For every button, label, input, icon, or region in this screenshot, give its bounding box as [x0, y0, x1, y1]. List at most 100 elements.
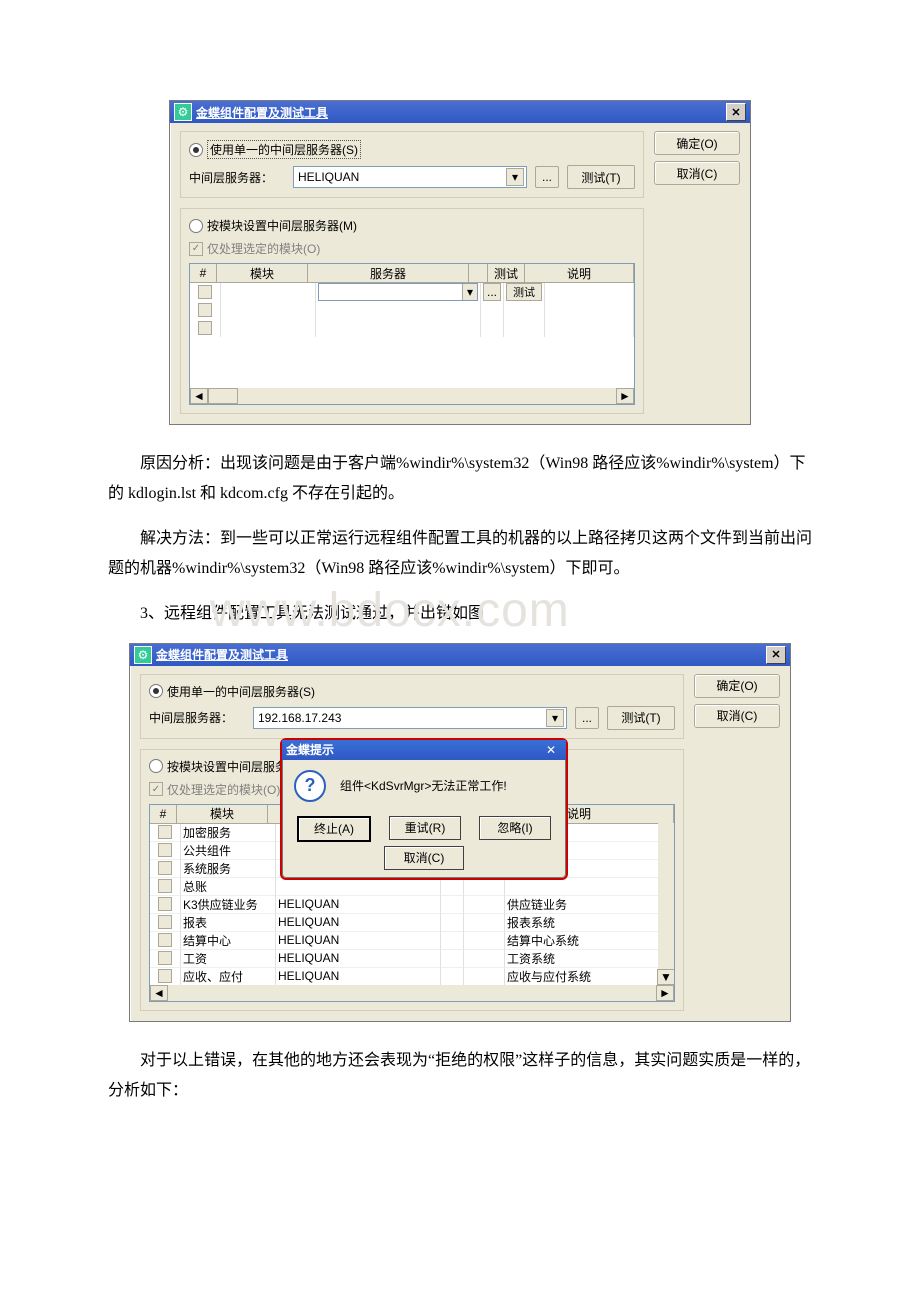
row-checkbox[interactable]	[158, 825, 172, 839]
test-button[interactable]: 测试(T)	[567, 165, 635, 189]
config-dialog-1: ⚙ 金蝶组件配置及测试工具 ✕ 使用单一的中间层服务器(S) 中间层服务器： H…	[169, 100, 751, 425]
only-selected-checkbox[interactable]	[149, 782, 163, 796]
close-icon[interactable]: ✕	[546, 743, 562, 757]
paragraph-item3: 3、远程组件配置工具无法测试通过，并出错如图	[108, 599, 812, 629]
radio-single-server[interactable]	[189, 143, 203, 157]
cell-server: HELIQUAN	[276, 914, 441, 932]
col-desc: 说明	[525, 264, 634, 282]
cell-server: HELIQUAN	[276, 950, 441, 968]
cell-server-combo[interactable]: ▾	[316, 283, 481, 301]
scroll-down-icon[interactable]: ▼	[657, 969, 675, 985]
paragraph-cause: 原因分析：出现该问题是由于客户端%windir%\system32（Win98 …	[108, 449, 812, 510]
col-num: #	[190, 264, 217, 282]
title-text: 金蝶组件配置及测试工具	[196, 104, 726, 121]
col-num: #	[150, 805, 177, 823]
radio-per-module-label: 按模块设置中间层服务器(M)	[207, 217, 357, 234]
test-button[interactable]: 测试(T)	[607, 706, 675, 730]
row-checkbox[interactable]	[198, 303, 212, 317]
col-server: 服务器	[308, 264, 469, 282]
table-row[interactable]: 总账	[150, 878, 674, 896]
server-value: HELIQUAN	[298, 170, 506, 184]
server-label: 中间层服务器：	[149, 709, 245, 726]
close-icon[interactable]: ✕	[726, 103, 746, 121]
cell-module	[221, 283, 316, 301]
titlebar[interactable]: ⚙ 金蝶组件配置及测试工具 ✕	[170, 101, 750, 123]
cell-test[interactable]: 测试	[504, 283, 545, 301]
scroll-right-icon[interactable]: ►	[616, 388, 634, 404]
cell-desc: 结算中心系统	[505, 932, 674, 950]
cell-module: 加密服务	[181, 824, 276, 842]
chevron-down-icon[interactable]: ▾	[462, 284, 477, 300]
row-checkbox[interactable]	[158, 897, 172, 911]
cell-desc	[545, 283, 634, 301]
scroll-left-icon[interactable]: ◄	[190, 388, 208, 404]
radio-per-module[interactable]	[149, 759, 163, 773]
cancel-button[interactable]: 取消(C)	[654, 161, 740, 185]
modal-cancel-button[interactable]: 取消(C)	[384, 846, 464, 870]
cancel-button[interactable]: 取消(C)	[694, 704, 780, 728]
modal-titlebar[interactable]: 金蝶提示 ✕	[282, 740, 566, 760]
row-checkbox[interactable]	[158, 969, 172, 983]
table-row[interactable]: 工资HELIQUAN工资系统	[150, 950, 674, 968]
cell-module: 公共组件	[181, 842, 276, 860]
v-scrollbar[interactable]: ▼	[658, 823, 674, 985]
app-icon: ⚙	[134, 646, 152, 664]
browse-button[interactable]: ...	[535, 166, 559, 188]
cell-desc: 供应链业务	[505, 896, 674, 914]
cell-dots[interactable]: ...	[481, 283, 504, 301]
row-checkbox[interactable]	[158, 951, 172, 965]
cell-module: 总账	[181, 878, 276, 896]
table-row[interactable]: 报表HELIQUAN 报表系统	[150, 914, 674, 932]
h-scrollbar[interactable]: ◄ ►	[150, 985, 674, 1001]
radio-single-label: 使用单一的中间层服务器(S)	[167, 683, 315, 700]
ok-button[interactable]: 确定(O)	[694, 674, 780, 698]
scroll-right-icon[interactable]: ►	[656, 985, 674, 1001]
cell-desc: 报表系统	[505, 914, 674, 932]
table-row[interactable]: 结算中心HELIQUAN结算中心系统	[150, 932, 674, 950]
row-checkbox[interactable]	[198, 321, 212, 335]
col-blank	[469, 264, 488, 282]
h-scrollbar[interactable]: ◄ ►	[190, 388, 634, 404]
radio-single-label: 使用单一的中间层服务器(S)	[207, 140, 361, 159]
cell-desc	[505, 878, 674, 896]
cell-module: K3供应链业务	[181, 896, 276, 914]
radio-single-server[interactable]	[149, 684, 163, 698]
chevron-down-icon[interactable]: ▾	[546, 709, 564, 727]
row-checkbox[interactable]	[198, 285, 212, 299]
titlebar[interactable]: ⚙ 金蝶组件配置及测试工具 ✕	[130, 644, 790, 666]
radio-per-module[interactable]	[189, 219, 203, 233]
config-dialog-2: ⚙ 金蝶组件配置及测试工具 ✕ 使用单一的中间层服务器(S) 中间层服务器： 1…	[129, 643, 791, 1022]
row-checkbox[interactable]	[158, 933, 172, 947]
paragraph-solution: 解决方法：到一些可以正常运行远程组件配置工具的机器的以上路径拷贝这两个文件到当前…	[108, 524, 812, 585]
table-row[interactable]: 应收、应付HELIQUAN应收与应付系统	[150, 968, 674, 986]
cell-server: HELIQUAN	[276, 932, 441, 950]
server-combo[interactable]: 192.168.17.243 ▾	[253, 707, 567, 729]
col-module: 模块	[177, 805, 268, 823]
col-module: 模块	[217, 264, 308, 282]
scroll-thumb[interactable]	[208, 388, 238, 404]
row-checkbox[interactable]	[158, 879, 172, 893]
scroll-left-icon[interactable]: ◄	[150, 985, 168, 1001]
ignore-button[interactable]: 忽略(I)	[479, 816, 551, 840]
question-icon: ?	[294, 770, 326, 802]
close-icon[interactable]: ✕	[766, 646, 786, 664]
module-table: # 模块 服务器 测试 说明 ▾	[189, 263, 635, 405]
browse-button[interactable]: ...	[575, 707, 599, 729]
server-value: 192.168.17.243	[258, 711, 546, 725]
row-checkbox[interactable]	[158, 861, 172, 875]
server-combo[interactable]: HELIQUAN ▾	[293, 166, 527, 188]
only-selected-checkbox[interactable]	[189, 242, 203, 256]
row-checkbox[interactable]	[158, 843, 172, 857]
table-row[interactable]: K3供应链业务HELIQUAN 供应链业务	[150, 896, 674, 914]
modal-title: 金蝶提示	[286, 741, 546, 758]
cell-server	[276, 878, 441, 896]
cell-module: 报表	[181, 914, 276, 932]
server-label: 中间层服务器：	[189, 169, 285, 186]
abort-button[interactable]: 终止(A)	[297, 816, 371, 842]
ok-button[interactable]: 确定(O)	[654, 131, 740, 155]
cell-server: HELIQUAN	[276, 896, 441, 914]
cell-module: 应收、应付	[181, 968, 276, 986]
retry-button[interactable]: 重试(R)	[389, 816, 461, 840]
row-checkbox[interactable]	[158, 915, 172, 929]
chevron-down-icon[interactable]: ▾	[506, 168, 524, 186]
